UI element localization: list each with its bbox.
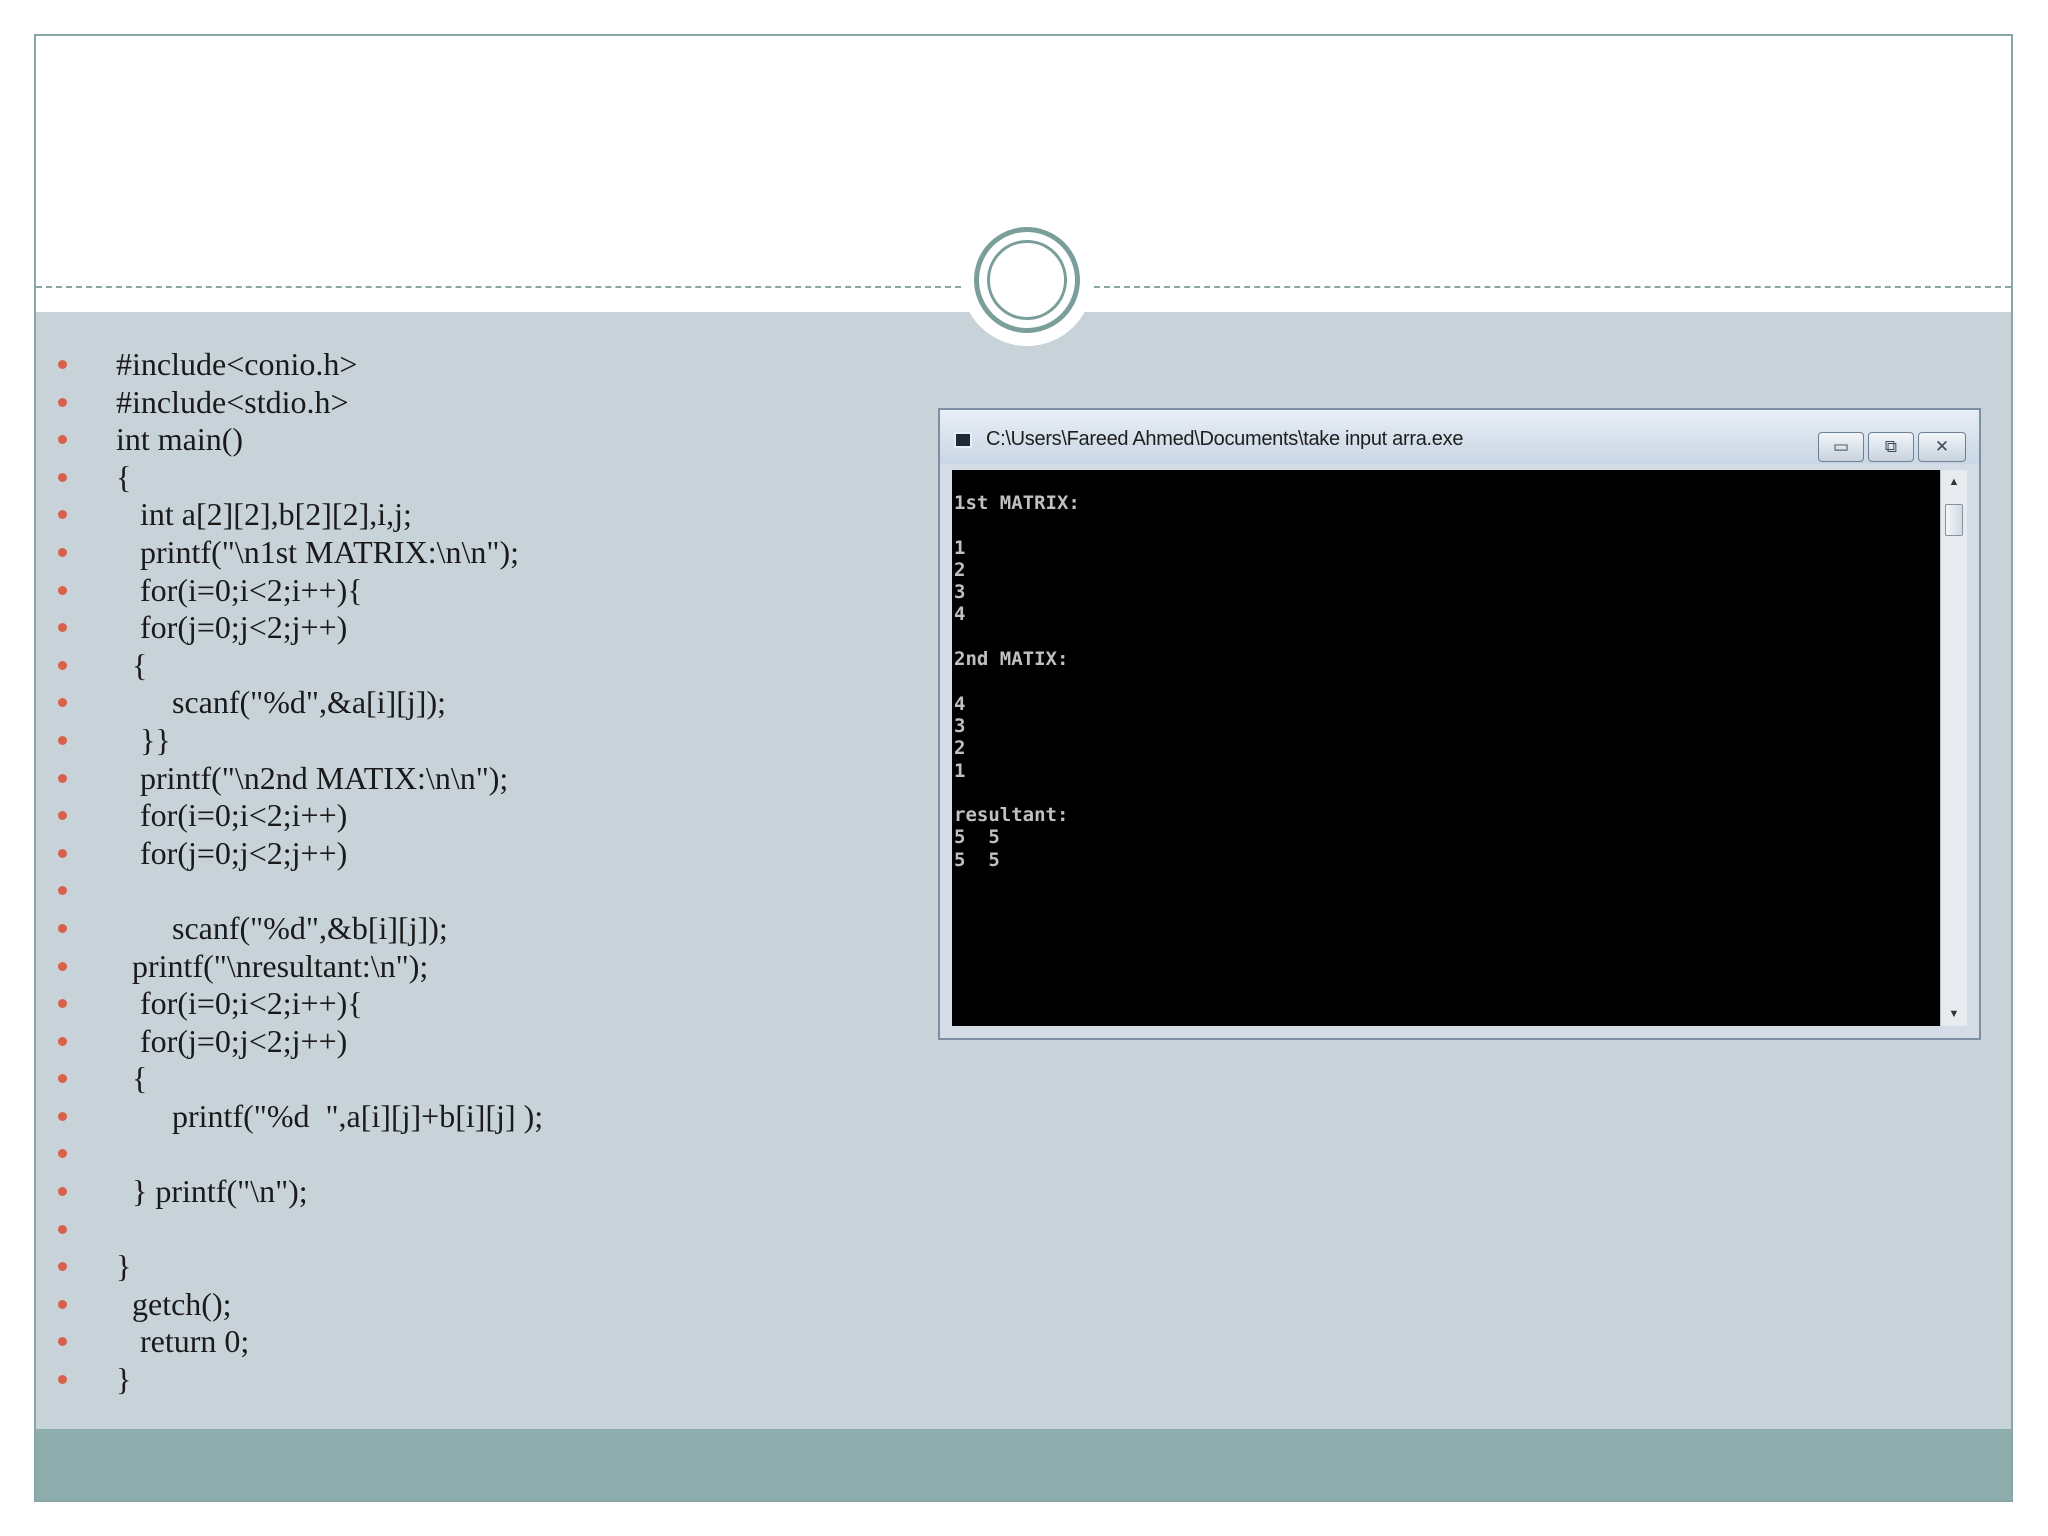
- console-app-icon: [954, 432, 972, 448]
- bullet-dot-icon: [58, 848, 67, 858]
- slide-footer-band: [36, 1429, 2011, 1500]
- scroll-down-arrow-icon[interactable]: ▼: [1941, 1002, 1967, 1026]
- bullet-dot-icon: [58, 1187, 67, 1197]
- code-line-text: for(j=0;j<2;j++): [116, 1022, 348, 1059]
- code-line-text: printf("\nresultant:\n");: [116, 947, 429, 984]
- bullet-dot-icon: [58, 1299, 67, 1309]
- code-line-text: for(i=0;i<2;i++){: [116, 571, 363, 608]
- console-scrollbar[interactable]: ▲ ▼: [1940, 470, 1967, 1026]
- bullet-dot-icon: [58, 547, 67, 557]
- console-window[interactable]: C:\Users\Fareed Ahmed\Documents\take inp…: [938, 408, 1981, 1040]
- code-line-text: #include<conio.h>: [116, 346, 358, 382]
- decorative-ring-inner: [987, 240, 1067, 320]
- header-divider-right: [1094, 286, 2011, 288]
- console-title-bar[interactable]: C:\Users\Fareed Ahmed\Documents\take inp…: [940, 410, 1979, 464]
- code-line-text: {: [116, 458, 132, 495]
- console-screen[interactable]: 1st MATRIX: 1 2 3 4 2nd MATIX: 4 3 2 1 r…: [952, 470, 1940, 1026]
- code-line-text: for(j=0;j<2;j++): [116, 609, 348, 646]
- code-line-text: for(i=0;i<2;i++){: [116, 985, 363, 1022]
- code-line-text: printf("\n1st MATRIX:\n\n");: [116, 533, 519, 570]
- bullet-dot-icon: [58, 397, 67, 407]
- code-line-text: scanf("%d",&b[i][j]);: [116, 909, 448, 946]
- code-line-text: #include<stdio.h>: [116, 383, 349, 420]
- code-line-text: return 0;: [116, 1323, 250, 1360]
- minimize-button[interactable]: ▭: [1818, 432, 1864, 462]
- scroll-thumb[interactable]: [1945, 504, 1963, 536]
- bullet-dot-icon: [58, 773, 67, 783]
- bullet-dot-icon: [58, 1111, 67, 1121]
- bullet-dot-icon: [58, 735, 67, 745]
- code-line-text: scanf("%d",&a[i][j]);: [116, 684, 446, 721]
- bullet-dot-icon: [58, 585, 67, 595]
- code-line-text: for(i=0;i<2;i++): [116, 797, 348, 834]
- bullet-dot-icon: [58, 660, 67, 670]
- bullet-dot-icon: [58, 923, 67, 933]
- code-line-text: }}: [116, 721, 171, 758]
- bullet-dot-icon: [58, 961, 67, 971]
- bullet-dot-icon: [58, 472, 67, 482]
- code-line-text: }: [116, 1361, 132, 1398]
- console-output-text: 1st MATRIX: 1 2 3 4 2nd MATIX: 4 3 2 1 r…: [954, 492, 1080, 871]
- bullet-dot-icon: [58, 1375, 67, 1385]
- scroll-up-arrow-icon[interactable]: ▲: [1941, 470, 1967, 494]
- code-line-text: printf("%d ",a[i][j]+b[i][j] );: [116, 1097, 544, 1134]
- bullet-dot-icon: [58, 360, 67, 369]
- code-line-text: int main(): [116, 421, 244, 458]
- bullet-dot-icon: [58, 1036, 67, 1046]
- code-line-text: } printf("\n");: [116, 1173, 308, 1210]
- maximize-button[interactable]: ⧉: [1868, 432, 1914, 462]
- bullet-dot-icon: [58, 1224, 67, 1234]
- code-line-text: for(j=0;j<2;j++): [116, 834, 348, 871]
- code-line-text: {: [116, 1060, 148, 1097]
- code-line-text: getch();: [116, 1285, 232, 1322]
- console-window-title: C:\Users\Fareed Ahmed\Documents\take inp…: [986, 428, 1464, 450]
- code-line-text: {: [116, 646, 148, 683]
- code-line-text: }: [116, 1248, 132, 1285]
- close-button[interactable]: ✕: [1918, 432, 1966, 462]
- code-line-text: int a[2][2],b[2][2],i,j;: [116, 496, 412, 533]
- code-line-text: printf("\n2nd MATIX:\n\n");: [116, 759, 509, 796]
- header-divider-left: [36, 286, 961, 288]
